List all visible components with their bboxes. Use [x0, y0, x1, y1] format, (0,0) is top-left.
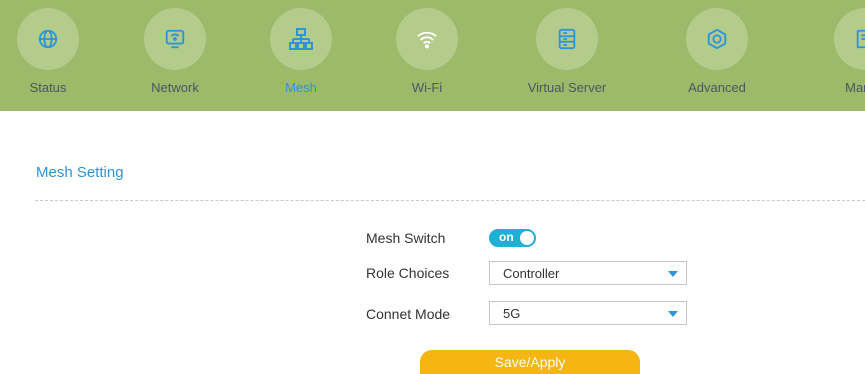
sitemap-icon: [270, 8, 332, 70]
wifi-icon: [396, 8, 458, 70]
nav-label-mesh: Mesh: [285, 80, 317, 95]
save-apply-button[interactable]: Save/Apply: [420, 350, 640, 374]
top-navigation-bar: Status Network Mesh Wi-Fi Virtual Server…: [0, 0, 865, 111]
nav-item-wifi[interactable]: Wi-Fi: [362, 0, 492, 111]
nav-label-advanced: Advanced: [688, 80, 746, 95]
mesh-switch-toggle[interactable]: on: [489, 229, 536, 247]
section-divider: [35, 200, 865, 201]
connect-mode-select[interactable]: 5G: [489, 301, 687, 325]
nav-item-status[interactable]: Status: [0, 0, 113, 111]
nav-label-wifi: Wi-Fi: [411, 80, 443, 95]
role-choices-select[interactable]: Controller: [489, 261, 687, 285]
nav-item-advanced[interactable]: Advanced: [652, 0, 782, 111]
role-choices-value: Controller: [503, 266, 560, 281]
section-title: Mesh Setting: [36, 164, 124, 181]
nav-label-virtual-server: Virtual Server: [527, 80, 607, 95]
nav-label-management: Manag: [845, 80, 865, 95]
mesh-switch-label: Mesh Switch: [366, 230, 446, 246]
connect-mode-value: 5G: [503, 306, 521, 321]
nav-item-mesh[interactable]: Mesh: [236, 0, 366, 111]
globe-icon: [17, 8, 79, 70]
chevron-down-icon: [668, 311, 678, 317]
connect-mode-label: Connet Mode: [366, 306, 451, 322]
nav-label-network: Network: [151, 80, 199, 95]
toggle-state-text: on: [499, 230, 514, 244]
manage-icon: [834, 8, 865, 70]
hexagon-icon: [686, 8, 748, 70]
nav-label-status: Status: [29, 80, 67, 95]
nav-item-virtual-server[interactable]: Virtual Server: [502, 0, 632, 111]
server-icon: [536, 8, 598, 70]
chevron-down-icon: [668, 271, 678, 277]
nav-item-management[interactable]: Manag: [800, 0, 865, 111]
monitor-icon: [144, 8, 206, 70]
role-choices-label: Role Choices: [366, 265, 450, 281]
toggle-knob: [520, 231, 534, 245]
nav-item-network[interactable]: Network: [110, 0, 240, 111]
